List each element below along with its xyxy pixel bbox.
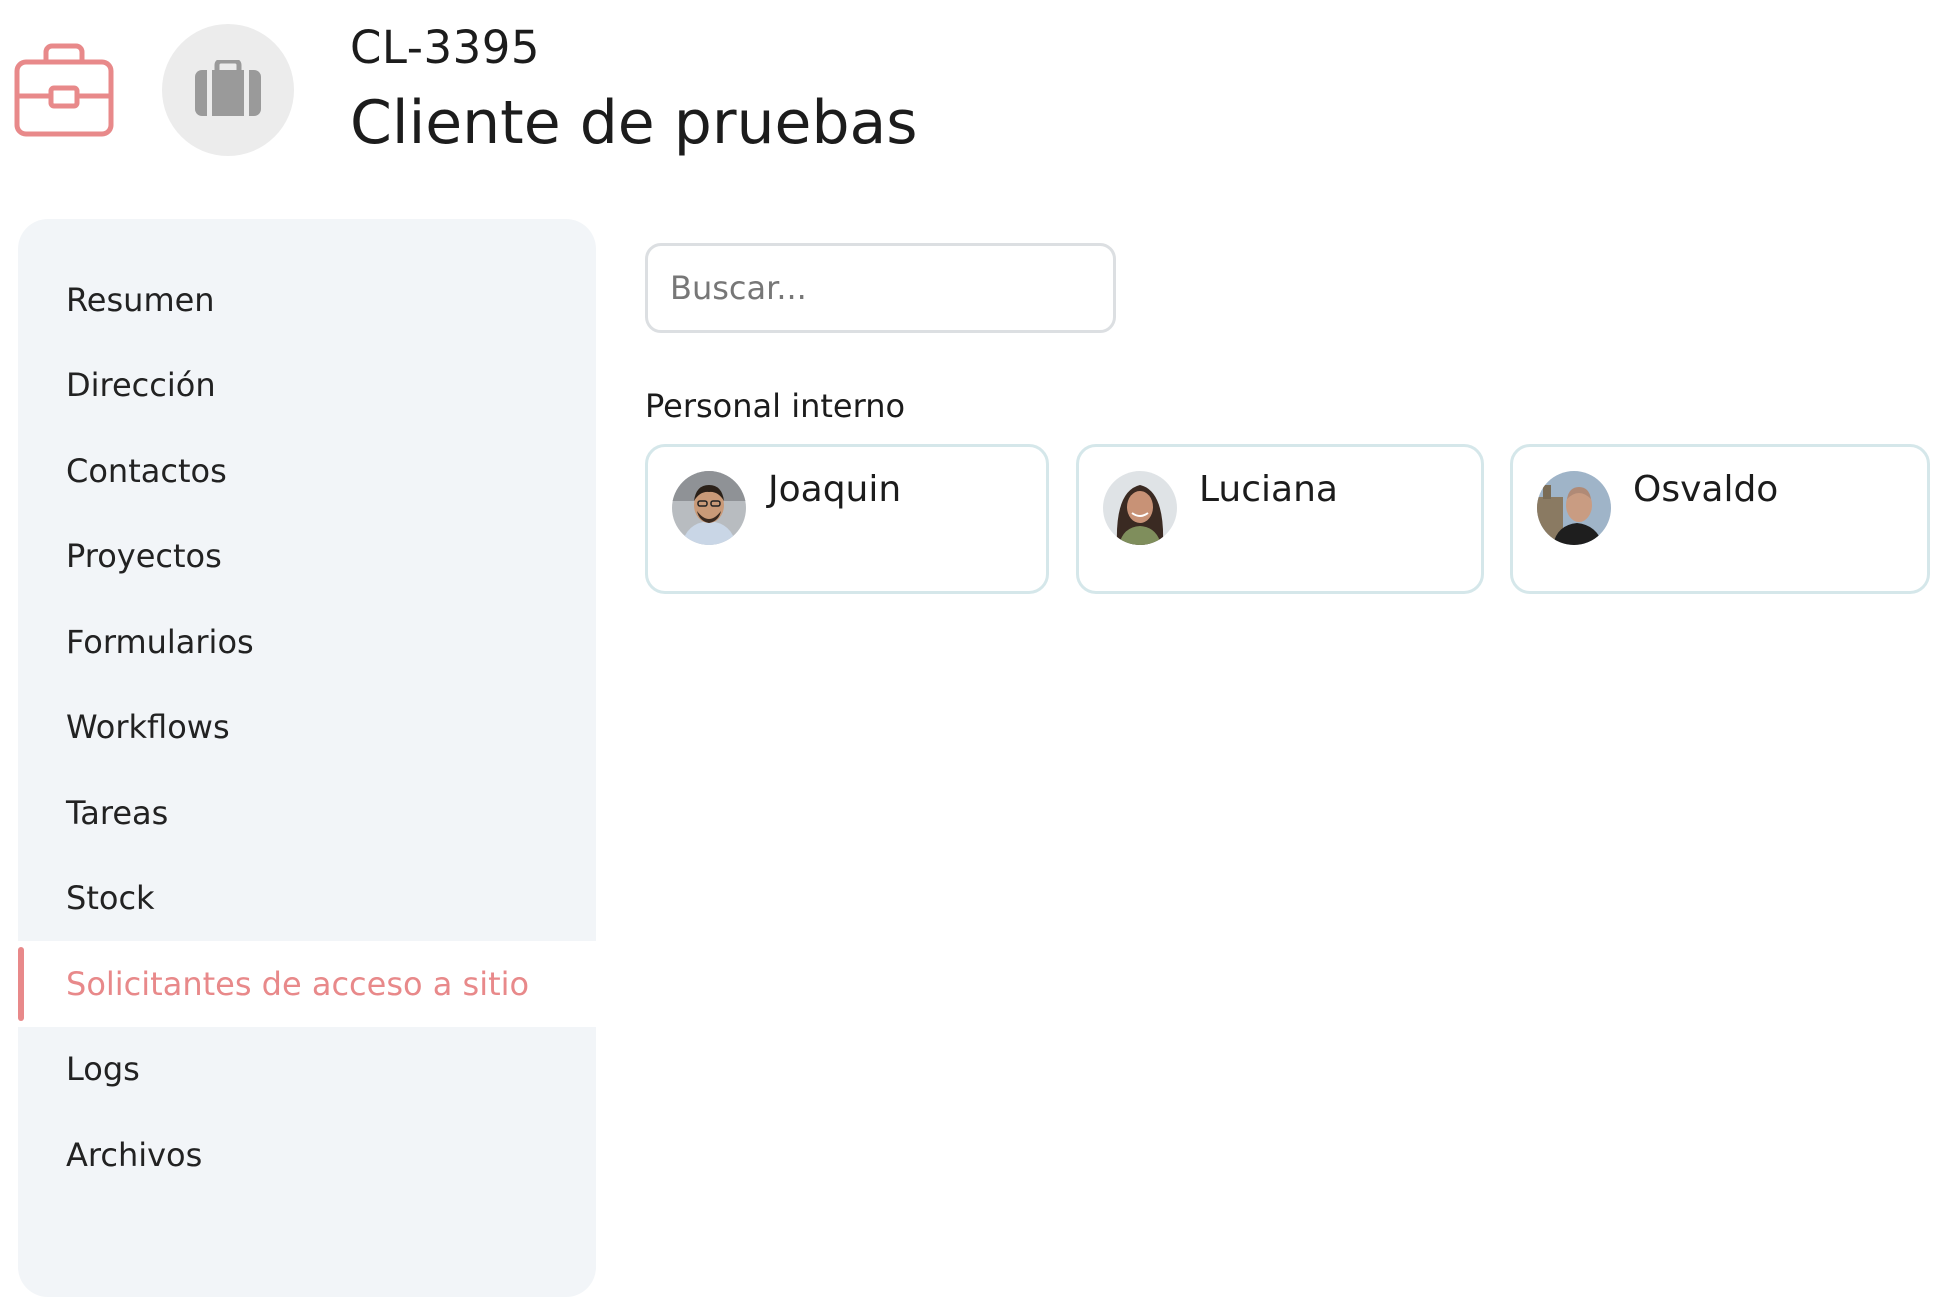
client-code: CL-3395 bbox=[350, 21, 540, 74]
sidebar-nav: Resumen Dirección Contactos Proyectos Fo… bbox=[18, 257, 596, 1198]
person-name: Osvaldo bbox=[1633, 469, 1779, 510]
people-list: Joaquin Luciana Osvaldo bbox=[645, 444, 1930, 594]
sidebar-item-logs[interactable]: Logs bbox=[18, 1027, 596, 1113]
sidebar-item-formularios[interactable]: Formularios bbox=[18, 599, 596, 685]
sidebar-item-direccion[interactable]: Dirección bbox=[18, 343, 596, 429]
sidebar-item-contactos[interactable]: Contactos bbox=[18, 428, 596, 514]
avatar bbox=[1103, 471, 1177, 545]
search-input[interactable] bbox=[645, 243, 1116, 333]
sidebar-item-solicitantes[interactable]: Solicitantes de acceso a sitio bbox=[18, 941, 596, 1027]
person-card-luciana[interactable]: Luciana bbox=[1076, 444, 1484, 594]
client-avatar bbox=[162, 24, 294, 156]
section-title: Personal interno bbox=[645, 387, 906, 425]
sidebar-item-archivos[interactable]: Archivos bbox=[18, 1112, 596, 1198]
sidebar: Resumen Dirección Contactos Proyectos Fo… bbox=[18, 219, 596, 1297]
person-name: Luciana bbox=[1199, 469, 1338, 510]
sidebar-item-stock[interactable]: Stock bbox=[18, 856, 596, 942]
suitcase-icon bbox=[195, 58, 261, 120]
sidebar-item-proyectos[interactable]: Proyectos bbox=[18, 514, 596, 600]
sidebar-item-workflows[interactable]: Workflows bbox=[18, 685, 596, 771]
page-title: Cliente de pruebas bbox=[350, 88, 918, 158]
person-name: Joaquin bbox=[768, 469, 902, 510]
sidebar-item-resumen[interactable]: Resumen bbox=[18, 257, 596, 343]
person-card-joaquin[interactable]: Joaquin bbox=[645, 444, 1049, 594]
person-card-osvaldo[interactable]: Osvaldo bbox=[1510, 444, 1930, 594]
avatar bbox=[672, 471, 746, 545]
sidebar-item-tareas[interactable]: Tareas bbox=[18, 770, 596, 856]
avatar bbox=[1537, 471, 1611, 545]
briefcase-icon bbox=[14, 42, 114, 138]
